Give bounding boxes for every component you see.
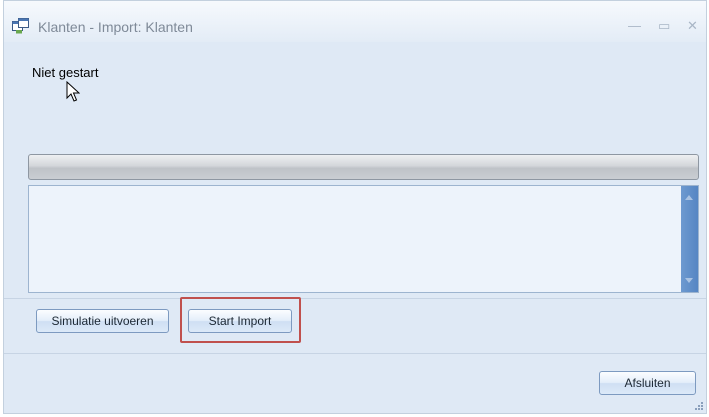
import-window-icon — [12, 18, 29, 34]
minimize-icon[interactable]: — — [628, 19, 641, 32]
separator — [4, 353, 706, 354]
status-label: Niet gestart — [32, 65, 99, 80]
import-window: Klanten - Import: Klanten — ▭ ✕ Niet ges… — [3, 0, 707, 414]
separator — [4, 298, 706, 299]
close-icon[interactable]: ✕ — [687, 19, 698, 32]
scroll-down-arrow-icon[interactable] — [685, 278, 693, 283]
log-output[interactable] — [28, 185, 699, 293]
window-title: Klanten - Import: Klanten — [38, 19, 193, 35]
close-button[interactable]: Afsluiten — [599, 371, 696, 395]
log-text — [29, 186, 698, 194]
simulate-button[interactable]: Simulatie uitvoeren — [36, 309, 169, 333]
log-scrollbar[interactable] — [681, 186, 698, 292]
maximize-icon[interactable]: ▭ — [658, 19, 670, 32]
mouse-cursor-icon — [66, 81, 80, 102]
progress-bar — [28, 154, 699, 180]
start-import-button[interactable]: Start Import — [188, 309, 292, 333]
scroll-up-arrow-icon[interactable] — [685, 195, 693, 200]
resize-grip-icon[interactable] — [695, 402, 703, 410]
title-bar[interactable]: Klanten - Import: Klanten — ▭ ✕ — [4, 1, 706, 42]
